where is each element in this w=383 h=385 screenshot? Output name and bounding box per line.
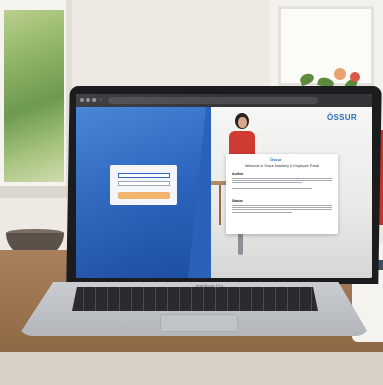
laptop-screen: ‹ › ÖSSUR Össur Welcome to Össur Academy… bbox=[76, 94, 372, 278]
person-face bbox=[238, 117, 247, 128]
card-body-text bbox=[232, 178, 332, 184]
window-right bbox=[270, 0, 383, 90]
username-field[interactable] bbox=[118, 173, 170, 178]
ossur-logo: ÖSSUR bbox=[327, 113, 357, 122]
card-body-text bbox=[232, 205, 332, 213]
laptop-model-label: MacBook Pro bbox=[196, 283, 224, 288]
card-section-heading: Author bbox=[232, 172, 244, 176]
login-panel bbox=[76, 107, 211, 278]
card-section-heading: Status bbox=[232, 199, 243, 203]
close-dot-icon[interactable] bbox=[80, 98, 84, 102]
url-bar[interactable] bbox=[108, 97, 318, 104]
table-edge bbox=[0, 352, 383, 385]
flower bbox=[334, 68, 346, 80]
minimize-dot-icon[interactable] bbox=[86, 98, 90, 102]
forward-arrow-icon[interactable]: › bbox=[100, 97, 102, 103]
keyboard bbox=[72, 287, 318, 311]
window-glass-greenery bbox=[4, 10, 64, 182]
login-form bbox=[110, 165, 177, 205]
window-controls bbox=[80, 98, 96, 102]
password-field[interactable] bbox=[118, 181, 170, 186]
stair-leg bbox=[219, 185, 221, 225]
flower bbox=[350, 72, 360, 82]
window-left bbox=[0, 0, 72, 196]
trackpad bbox=[160, 314, 238, 332]
login-button[interactable] bbox=[118, 192, 170, 199]
card-body-text bbox=[232, 188, 332, 193]
card-logo: Össur bbox=[270, 157, 282, 162]
back-arrow-icon[interactable]: ‹ bbox=[95, 97, 97, 103]
browser-toolbar: ‹ › bbox=[76, 94, 372, 107]
card-title: Welcome to Össur Academy & Employee Port… bbox=[244, 164, 320, 168]
welcome-card: Össur Welcome to Össur Academy & Employe… bbox=[226, 154, 338, 234]
